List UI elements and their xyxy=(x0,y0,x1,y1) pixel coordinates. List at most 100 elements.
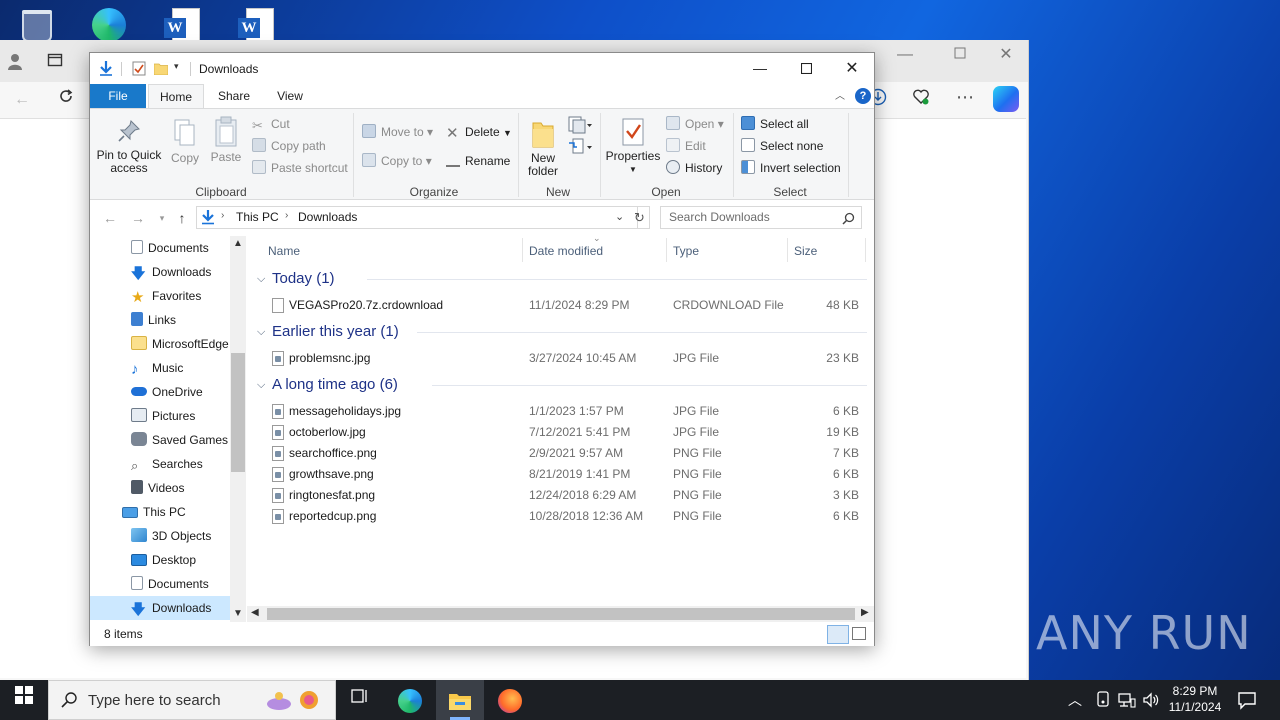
breadcrumb-this-pc[interactable]: This PC xyxy=(236,210,279,224)
scroll-left-icon[interactable]: ◀ xyxy=(251,607,259,618)
word-document-icon[interactable]: W xyxy=(162,6,206,42)
forward-icon[interactable]: → xyxy=(128,208,148,228)
copilot-icon[interactable] xyxy=(993,86,1019,112)
nav-item-3d-objects[interactable]: 3D Objects xyxy=(90,524,230,548)
new-item-icon[interactable] xyxy=(568,116,592,137)
close-button[interactable]: ✕ xyxy=(829,53,875,84)
network-icon[interactable] xyxy=(1118,691,1136,720)
scroll-down-icon[interactable]: ▼ xyxy=(233,608,243,619)
column-header-date[interactable]: Date modified xyxy=(529,241,603,261)
group-header-earlier-this-year[interactable]: Earlier this year (1) xyxy=(272,321,399,343)
easy-access-icon[interactable] xyxy=(568,138,592,159)
nav-item-onedrive[interactable]: OneDrive xyxy=(90,380,230,404)
maximize-icon[interactable] xyxy=(948,43,972,67)
word-document-icon[interactable]: W xyxy=(236,6,280,42)
edge-taskbar-icon[interactable] xyxy=(386,680,434,720)
file-row[interactable]: VEGASPro20.7z.crdownload 11/1/2024 8:29 … xyxy=(247,295,867,316)
quick-access-download-icon[interactable] xyxy=(98,60,114,79)
show-hidden-icons-icon[interactable]: ︿ xyxy=(1068,680,1088,720)
nav-item-desktop[interactable]: Desktop xyxy=(90,548,230,572)
group-header-today[interactable]: Today (1) xyxy=(272,268,335,290)
nav-item-downloads[interactable]: 🡇 Downloads xyxy=(90,260,230,284)
column-header-size[interactable]: Size xyxy=(794,241,817,261)
new-folder-quick-icon[interactable] xyxy=(153,62,169,78)
firefox-taskbar-icon[interactable] xyxy=(486,680,534,720)
nav-item-microsoftedge[interactable]: MicrosoftEdge xyxy=(90,332,230,356)
paste-shortcut-button[interactable]: Paste shortcut xyxy=(252,158,348,178)
maximize-button[interactable] xyxy=(783,53,829,84)
cut-button[interactable]: ✂ Cut xyxy=(252,114,290,134)
task-view-icon[interactable] xyxy=(336,680,384,720)
paste-button[interactable]: Paste xyxy=(208,116,244,164)
address-bar[interactable]: › This PC › Downloads ⌄ xyxy=(196,206,638,229)
search-input[interactable]: Search Downloads xyxy=(660,206,862,229)
profile-icon[interactable] xyxy=(5,52,29,76)
volume-icon[interactable] xyxy=(1142,691,1160,720)
nav-item-this-pc[interactable]: This PC xyxy=(90,500,230,524)
select-all-button[interactable]: Select all xyxy=(741,114,809,134)
tab-actions-icon[interactable] xyxy=(43,52,67,76)
copy-path-button[interactable]: Copy path xyxy=(252,136,326,156)
column-header-name[interactable]: Name xyxy=(268,241,300,261)
delete-button[interactable]: ✕ Delete ▼ xyxy=(446,122,512,142)
select-none-button[interactable]: Select none xyxy=(741,136,823,156)
notifications-icon[interactable] xyxy=(1237,690,1257,720)
tab-view[interactable]: View xyxy=(264,84,316,108)
file-row[interactable]: searchoffice.png 2/9/2021 9:57 AM PNG Fi… xyxy=(247,443,867,464)
collapse-ribbon-icon[interactable]: ︿ xyxy=(835,87,845,102)
back-icon[interactable]: ← xyxy=(10,88,34,112)
address-dropdown-icon[interactable]: ⌄ xyxy=(615,210,624,223)
refresh-icon[interactable]: ↻ xyxy=(630,206,650,229)
clock[interactable]: 8:29 PM 11/1/2024 xyxy=(1166,680,1224,720)
recycle-bin-icon[interactable] xyxy=(16,6,60,42)
file-row[interactable]: octoberlow.jpg 7/12/2021 5:41 PM JPG Fil… xyxy=(247,422,867,443)
refresh-icon[interactable] xyxy=(54,88,78,112)
edit-button[interactable]: Edit xyxy=(666,136,706,156)
file-row[interactable]: ringtonesfat.png 12/24/2018 6:29 AM PNG … xyxy=(247,485,867,506)
back-icon[interactable]: ← xyxy=(100,208,120,228)
move-to-button[interactable]: Move to ▾ xyxy=(362,122,433,142)
column-header-type[interactable]: Type xyxy=(673,241,699,261)
breadcrumb-downloads[interactable]: Downloads xyxy=(298,210,357,224)
file-row[interactable]: reportedcup.png 10/28/2018 12:36 AM PNG … xyxy=(247,506,867,527)
scroll-right-icon[interactable]: ▶ xyxy=(861,607,869,618)
nav-item-documents[interactable]: Documents xyxy=(90,236,230,260)
pin-to-quick-access-button[interactable]: Pin to Quick access xyxy=(96,119,162,175)
properties-quick-icon[interactable] xyxy=(132,61,146,79)
properties-button[interactable]: Properties ▼ xyxy=(604,117,662,176)
scroll-up-icon[interactable]: ▲ xyxy=(233,238,243,249)
copy-button[interactable]: Copy xyxy=(168,119,202,165)
copy-to-button[interactable]: Copy to ▾ xyxy=(362,151,432,171)
file-row[interactable]: growthsave.png 8/21/2019 1:41 PM PNG Fil… xyxy=(247,464,867,485)
browser-essentials-icon[interactable] xyxy=(909,88,933,112)
nav-item-downloads-pc[interactable]: 🡇 Downloads xyxy=(90,596,230,620)
taskbar-search-input[interactable]: Type here to search xyxy=(48,680,336,720)
scrollbar-thumb[interactable] xyxy=(267,608,855,620)
network-device-icon[interactable] xyxy=(1095,691,1111,720)
tab-home[interactable]: Home xyxy=(148,84,204,108)
minimize-icon[interactable]: — xyxy=(893,43,917,67)
invert-selection-button[interactable]: Invert selection xyxy=(741,158,841,178)
group-header-long-time-ago[interactable]: A long time ago (6) xyxy=(272,374,398,396)
more-options-icon[interactable]: ⋯ xyxy=(953,88,977,112)
close-icon[interactable]: ✕ xyxy=(994,43,1018,67)
group-collapse-icon[interactable]: ⌵ xyxy=(257,273,265,286)
recent-locations-icon[interactable]: ▾ xyxy=(152,208,172,228)
history-button[interactable]: History xyxy=(666,158,722,178)
file-row[interactable]: problemsnc.jpg 3/27/2024 10:45 AM JPG Fi… xyxy=(247,348,867,369)
tab-share[interactable]: Share xyxy=(208,84,260,108)
file-row[interactable]: messageholidays.jpg 1/1/2023 1:57 PM JPG… xyxy=(247,401,867,422)
scrollbar-thumb[interactable] xyxy=(231,353,245,472)
nav-pane-scrollbar[interactable]: ▲ ▼ xyxy=(230,236,246,622)
group-collapse-icon[interactable]: ⌵ xyxy=(257,326,265,339)
customize-toolbar-icon[interactable]: ▾ xyxy=(174,61,179,72)
new-folder-button[interactable]: New folder xyxy=(522,117,564,178)
help-icon[interactable]: ? xyxy=(855,88,871,104)
nav-item-searches[interactable]: ⌕ Searches xyxy=(90,452,230,476)
nav-item-videos[interactable]: Videos xyxy=(90,476,230,500)
nav-item-music[interactable]: ♪ Music xyxy=(90,356,230,380)
nav-item-favorites[interactable]: ★ Favorites xyxy=(90,284,230,308)
nav-item-saved-games[interactable]: Saved Games xyxy=(90,428,230,452)
details-view-icon[interactable] xyxy=(827,625,849,644)
minimize-button[interactable]: — xyxy=(737,53,783,84)
